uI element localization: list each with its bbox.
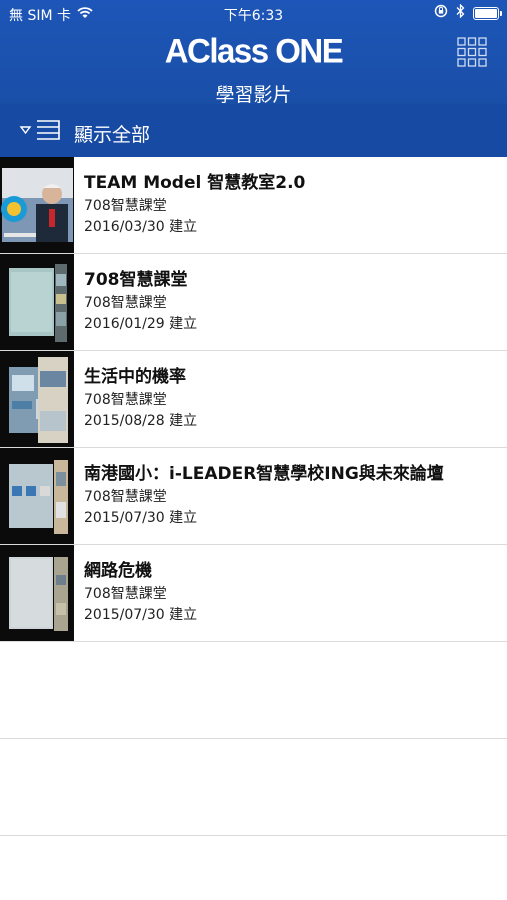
filter-label: 顯示全部 <box>74 124 151 146</box>
video-thumbnail <box>0 254 74 350</box>
video-title: TEAM Model 智慧教室2.0 <box>84 173 306 193</box>
video-list-item[interactable]: TEAM Model 智慧教室2.0 708智慧課堂 2016/03/30 建立 <box>0 157 507 254</box>
video-date: 2015/08/28 建立 <box>84 413 198 429</box>
video-title: 南港國小：i-LEADER智慧學校ING與未來論壇 <box>84 464 444 484</box>
rotation-lock-icon <box>434 4 448 22</box>
video-channel: 708智慧課堂 <box>84 489 167 505</box>
battery-icon <box>473 6 502 20</box>
video-date: 2016/01/29 建立 <box>84 316 198 332</box>
video-channel: 708智慧課堂 <box>84 295 167 311</box>
app-logo: AClass ONE <box>164 31 344 70</box>
video-date: 2015/07/30 建立 <box>84 607 198 623</box>
bluetooth-icon <box>456 3 465 22</box>
video-title: 網路危機 <box>84 561 152 581</box>
grid-icon <box>457 37 487 67</box>
empty-list-row <box>0 642 507 739</box>
video-thumbnail <box>0 545 74 641</box>
video-title: 708智慧課堂 <box>84 270 188 290</box>
video-thumbnail <box>0 448 74 544</box>
video-channel: 708智慧課堂 <box>84 198 167 214</box>
status-time: 下午6:33 <box>223 8 284 24</box>
status-bar: 無 SIM 卡 下午6:33 <box>0 0 507 28</box>
filter-dropdown[interactable]: 顯示全部 <box>0 104 507 157</box>
video-list-item[interactable]: 708智慧課堂 708智慧課堂 2016/01/29 建立 <box>0 254 507 351</box>
grid-menu-button[interactable] <box>457 37 487 67</box>
video-list-item[interactable]: 網路危機 708智慧課堂 2015/07/30 建立 <box>0 545 507 642</box>
video-list-item[interactable]: 南港國小：i-LEADER智慧學校ING與未來論壇 708智慧課堂 2015/0… <box>0 448 507 545</box>
video-title: 生活中的機率 <box>84 367 186 387</box>
app-header: 無 SIM 卡 下午6:33 AClass ONE 學習影片 <box>0 0 507 106</box>
filter-list-icon <box>19 119 61 145</box>
video-date: 2016/03/30 建立 <box>84 219 198 235</box>
video-list-item[interactable]: 生活中的機率 708智慧課堂 2015/08/28 建立 <box>0 351 507 448</box>
video-channel: 708智慧課堂 <box>84 392 167 408</box>
empty-list-row <box>0 739 507 836</box>
video-date: 2015/07/30 建立 <box>84 510 198 526</box>
page-title: 學習影片 <box>215 84 292 106</box>
video-thumbnail <box>0 157 74 253</box>
video-list: TEAM Model 智慧教室2.0 708智慧課堂 2016/03/30 建立… <box>0 157 507 836</box>
video-channel: 708智慧課堂 <box>84 586 167 602</box>
video-thumbnail <box>0 351 74 447</box>
